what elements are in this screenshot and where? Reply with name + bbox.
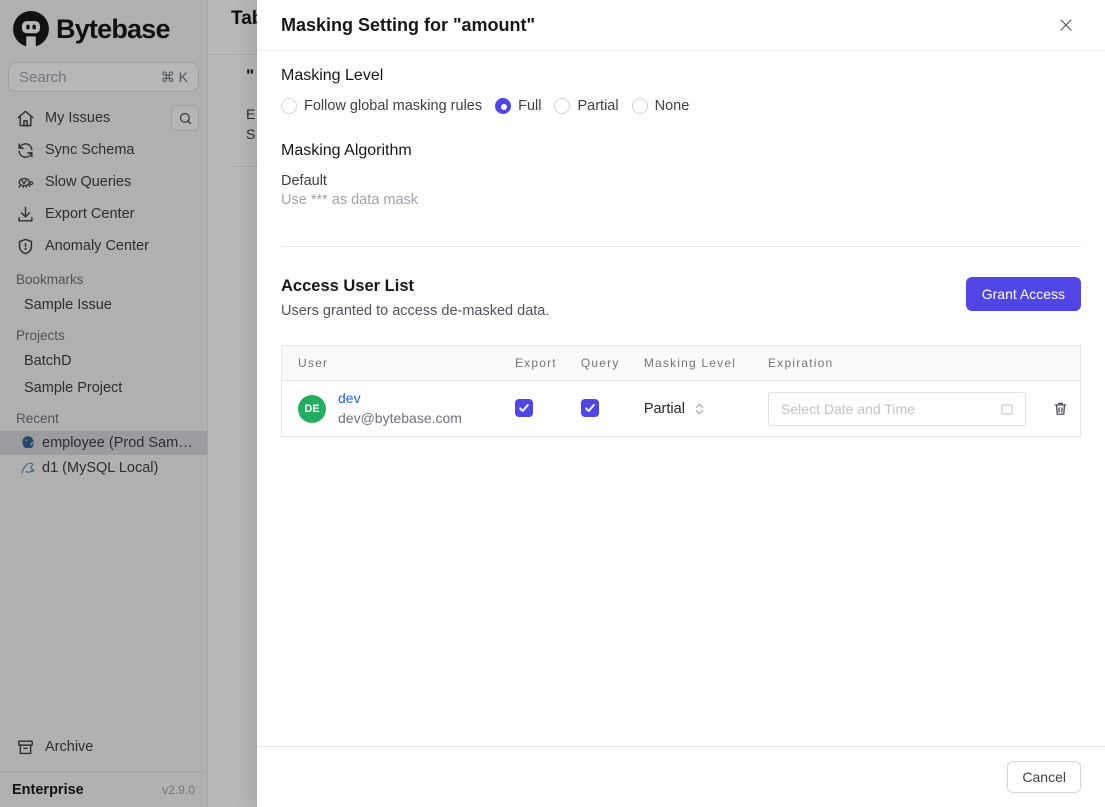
masking-level-value: Partial [643, 400, 685, 417]
radio-label: None [654, 98, 690, 114]
avatar: DE [298, 394, 326, 423]
access-user-list-heading: Access User List [281, 277, 414, 295]
close-icon[interactable] [1055, 14, 1077, 36]
modal-footer: Cancel [257, 746, 1105, 807]
masking-level-radio-group: Follow global masking rules Full Partial… [281, 98, 1081, 114]
column-header-export: Export [498, 346, 565, 381]
query-checkbox-checked[interactable] [580, 398, 599, 417]
modal-title: Masking Setting for "amount" [281, 14, 536, 35]
table-row: DE dev dev@bytebase.com Partial Select D… [282, 381, 1080, 437]
masking-level-select[interactable]: Partial [644, 401, 744, 417]
chevron-up-down-icon [694, 402, 705, 416]
date-placeholder: Select Date and Time [781, 400, 915, 417]
user-cell: DE dev dev@bytebase.com [298, 389, 491, 428]
radio-partial[interactable]: Partial [554, 98, 619, 114]
masking-level-heading: Masking Level [281, 67, 384, 84]
cancel-button[interactable]: Cancel [1007, 761, 1081, 793]
delete-user-button[interactable] [1050, 398, 1071, 419]
column-header-actions [1034, 346, 1080, 381]
column-header-user: User [282, 346, 499, 381]
user-name-link[interactable]: dev [338, 389, 462, 409]
radio-icon[interactable] [281, 98, 297, 114]
column-header-query: Query [564, 346, 628, 381]
radio-full[interactable]: Full [495, 98, 541, 114]
radio-label: Full [518, 98, 542, 114]
access-user-list-header: Access User List Users granted to access… [281, 277, 1081, 319]
masking-algorithm-name: Default [281, 173, 327, 189]
column-header-masking-level: Masking Level [627, 346, 753, 381]
table-header-row: User Export Query Masking Level Expirati… [282, 346, 1080, 381]
masking-algorithm-heading: Masking Algorithm [281, 142, 412, 159]
grant-access-button[interactable]: Grant Access [965, 277, 1081, 311]
calendar-icon [999, 401, 1015, 417]
access-user-list-subtitle: Users granted to access de-masked data. [281, 303, 550, 319]
masking-setting-modal: Masking Setting for "amount" Masking Lev… [257, 0, 1105, 807]
radio-label: Partial [577, 98, 619, 114]
column-header-expiration: Expiration [752, 346, 1035, 381]
export-checkbox-checked[interactable] [514, 398, 533, 417]
radio-icon-checked[interactable] [495, 98, 512, 114]
radio-follow-global-rules[interactable]: Follow global masking rules [281, 98, 482, 114]
trash-icon [1052, 400, 1069, 417]
section-divider [281, 246, 1081, 247]
modal-body: Masking Level Follow global masking rule… [257, 51, 1105, 746]
radio-label: Follow global masking rules [304, 98, 483, 114]
user-email: dev@bytebase.com [338, 409, 462, 426]
access-user-table: User Export Query Masking Level Expirati… [281, 345, 1081, 438]
masking-algorithm-description: Use *** as data mask [281, 192, 419, 208]
radio-icon[interactable] [554, 98, 571, 114]
radio-icon[interactable] [631, 98, 648, 114]
modal-header: Masking Setting for "amount" [257, 0, 1105, 51]
expiration-date-input[interactable]: Select Date and Time [768, 391, 1027, 426]
radio-none[interactable]: None [631, 98, 690, 114]
